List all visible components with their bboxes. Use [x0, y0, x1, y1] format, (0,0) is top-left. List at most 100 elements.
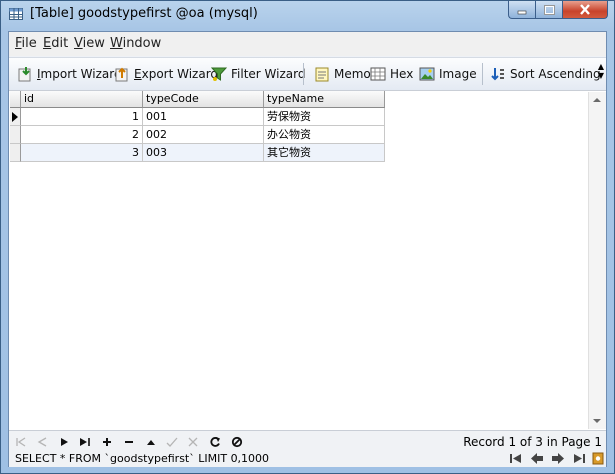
title-bar[interactable]: [Table] goodstypefirst @oa (mysql) [1, 1, 614, 29]
stop-icon [231, 436, 243, 448]
first-page-icon[interactable] [509, 452, 523, 465]
export-wizard-label: Export Wizard [134, 67, 218, 81]
menu-edit-label: dit [51, 36, 69, 51]
close-icon [580, 4, 590, 15]
menu-file[interactable]: File [15, 36, 37, 51]
image-label: Image [439, 67, 477, 81]
memo-label: Memo [334, 67, 371, 81]
refresh-button[interactable] [208, 435, 222, 449]
toolbar-overflow-button[interactable]: ▲ ▼ [598, 62, 604, 80]
sql-statement: SELECT * FROM `goodstypefirst` LIMIT 0,1… [15, 452, 270, 465]
filter-wizard-button[interactable]: Filter Wizard [211, 65, 305, 83]
image-button[interactable]: Image [419, 65, 477, 83]
caret-up-icon [147, 440, 155, 445]
current-row-arrow-icon [12, 112, 18, 122]
plus-icon [103, 438, 111, 446]
menu-window[interactable]: Window [110, 36, 161, 51]
export-icon [115, 67, 128, 82]
next-record-icon [61, 438, 68, 446]
import-wizard-button[interactable]: Import Wizard [17, 65, 122, 83]
menu-view[interactable]: View [74, 36, 105, 51]
stop-button[interactable] [230, 435, 244, 449]
sort-ascending-label: Sort Ascending [510, 67, 601, 81]
cell-id[interactable]: 2 [21, 126, 143, 144]
column-header-typecode[interactable]: typeCode [143, 91, 264, 108]
toolbar-separator [303, 63, 304, 85]
previous-page-icon[interactable] [530, 452, 544, 465]
corner-header [10, 91, 21, 108]
first-record-icon [16, 437, 26, 447]
minimize-button[interactable] [508, 1, 535, 19]
menu-edit[interactable]: Edit [43, 36, 68, 51]
vertical-scrollbar[interactable] [588, 92, 606, 429]
maximize-button[interactable] [535, 1, 562, 19]
cell-typecode[interactable]: 001 [143, 108, 264, 126]
menu-bar: File Edit View Window [9, 32, 606, 56]
import-wizard-label: Import Wizard [37, 67, 122, 81]
menu-window-accel: W [110, 36, 123, 51]
page-size-icon[interactable] [591, 452, 605, 465]
row-selector[interactable] [10, 126, 21, 144]
image-icon [419, 67, 435, 81]
toolbar: Import Wizard Export Wizard Filter Wizar… [9, 57, 606, 91]
toolbar-separator [482, 63, 483, 85]
cell-typename[interactable]: 劳保物资 [264, 108, 385, 126]
hex-label: Hex [390, 67, 414, 81]
prior-record-icon [37, 437, 47, 447]
next-record-button[interactable] [57, 435, 71, 449]
import-wizard-text: mport Wizard [40, 67, 122, 81]
first-record-button[interactable] [14, 435, 28, 449]
chevron-up-icon: ▲ [597, 62, 604, 71]
column-header-typename[interactable]: typeName [264, 91, 385, 108]
prior-record-button[interactable] [35, 435, 49, 449]
next-page-icon[interactable] [551, 452, 565, 465]
add-record-button[interactable] [100, 435, 114, 449]
filter-icon [211, 67, 227, 81]
sort-ascending-button[interactable]: Sort Ascending [490, 65, 601, 83]
edit-record-button[interactable] [144, 435, 158, 449]
cell-typename[interactable]: 办公物资 [264, 126, 385, 144]
minimize-icon [517, 10, 527, 14]
minus-icon [125, 441, 133, 443]
row-selector[interactable] [10, 144, 21, 162]
data-grid[interactable]: id typeCode typeName 1 001 劳保物资 2 002 办公… [9, 90, 606, 430]
maximize-icon [543, 4, 555, 15]
hex-icon [370, 67, 386, 81]
menu-view-label: iew [82, 36, 105, 51]
menu-edit-accel: E [43, 36, 52, 51]
chevron-down-icon: ▼ [597, 71, 604, 80]
cell-typecode[interactable]: 003 [143, 144, 264, 162]
import-icon [18, 67, 31, 82]
post-edit-button[interactable] [165, 435, 179, 449]
cancel-edit-button[interactable] [186, 435, 200, 449]
hex-button[interactable]: Hex [370, 65, 413, 83]
export-wizard-button[interactable]: Export Wizard [114, 65, 218, 83]
export-wizard-accel: E [134, 67, 142, 81]
window-title: [Table] goodstypefirst @oa (mysql) [30, 6, 258, 21]
menu-file-label: ile [21, 36, 37, 51]
memo-button[interactable]: Memo [314, 65, 371, 83]
last-page-icon[interactable] [572, 452, 586, 465]
column-header-id[interactable]: id [21, 91, 143, 108]
sort-ascending-icon [491, 68, 504, 81]
last-record-button[interactable] [78, 435, 92, 449]
close-button[interactable] [562, 1, 608, 19]
refresh-icon [210, 437, 220, 447]
delete-record-button[interactable] [122, 435, 136, 449]
row-selector[interactable] [10, 108, 21, 126]
cell-id[interactable]: 3 [21, 144, 143, 162]
filter-wizard-label: Filter Wizard [231, 67, 306, 81]
cell-id[interactable]: 1 [21, 108, 143, 126]
table-icon [9, 8, 23, 20]
cell-typecode[interactable]: 002 [143, 126, 264, 144]
scroll-up-icon[interactable] [593, 98, 601, 102]
check-icon [166, 437, 178, 447]
record-status: Record 1 of 3 in Page 1 [463, 435, 602, 449]
menu-view-accel: V [74, 36, 83, 51]
last-record-icon [80, 438, 90, 446]
scroll-down-icon[interactable] [593, 419, 601, 423]
cell-typename[interactable]: 其它物资 [264, 144, 385, 162]
navigation-bar: Record 1 of 3 in Page 1 SELECT * FROM `g… [9, 430, 606, 467]
export-wizard-text: xport Wizard [141, 67, 219, 81]
menu-window-label: indow [122, 36, 162, 51]
